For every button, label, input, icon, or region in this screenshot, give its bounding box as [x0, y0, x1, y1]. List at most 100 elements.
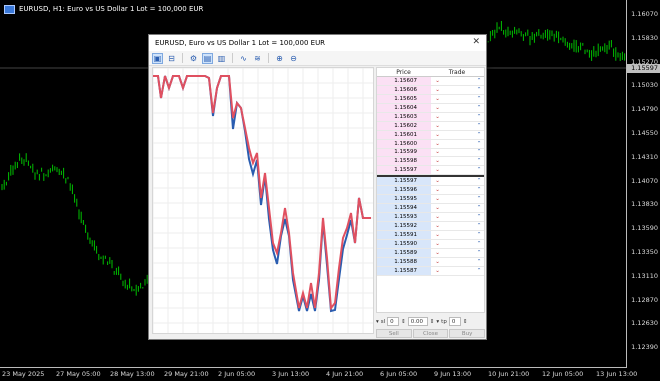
sell-arrow-icon[interactable]: ⌄ [431, 166, 444, 174]
sell-arrow-icon[interactable]: ⌄ [431, 157, 444, 165]
buy-arrow-icon[interactable]: ⌃ [474, 177, 484, 185]
tp-spin-icon[interactable]: ⇕ [463, 319, 468, 325]
tp-input[interactable]: 0 [448, 317, 461, 326]
buy-arrow-icon[interactable]: ⌃ [474, 113, 484, 121]
buy-arrow-icon[interactable]: ⌃ [474, 222, 484, 230]
dom-row[interactable]: 1.15605 ⌄ ⌃ [377, 94, 484, 104]
sell-arrow-icon[interactable]: ⌄ [431, 95, 444, 103]
trade-cell[interactable] [444, 195, 474, 203]
dom-row[interactable]: 1.15588 ⌄ ⌃ [377, 257, 484, 267]
buy-button[interactable]: Buy [449, 329, 486, 338]
dialog-titlebar[interactable]: EURUSD, Euro vs US Dollar 1 Lot = 100,00… [149, 35, 486, 51]
close-icon[interactable]: ✕ [472, 37, 480, 47]
dom-row[interactable]: 1.15597 ⌄ ⌃ [377, 177, 484, 187]
buy-arrow-icon[interactable]: ⌃ [474, 140, 484, 148]
sl-input[interactable]: 0 [387, 317, 400, 326]
sell-arrow-icon[interactable]: ⌄ [431, 186, 444, 194]
trade-cell[interactable] [444, 149, 474, 157]
dom-row[interactable]: 1.15601 ⌄ ⌃ [377, 130, 484, 140]
sell-arrow-icon[interactable]: ⌄ [431, 267, 444, 275]
lines-icon[interactable]: ≋ [252, 53, 263, 64]
sell-arrow-icon[interactable]: ⌄ [431, 122, 444, 130]
sell-arrow-icon[interactable]: ⌄ [431, 77, 444, 85]
buy-arrow-icon[interactable]: ⌃ [474, 213, 484, 221]
price-axis[interactable]: 1.16070 1.15830 1.15270 1.15030 1.14790 1.145… [626, 0, 660, 367]
trade-cell[interactable] [444, 95, 474, 103]
sell-arrow-icon[interactable]: ⌄ [431, 213, 444, 221]
trade-cell[interactable] [444, 204, 474, 212]
sell-arrow-icon[interactable]: ⌄ [431, 113, 444, 121]
buy-arrow-icon[interactable]: ⌃ [474, 157, 484, 165]
bars-icon[interactable]: ▥ [216, 53, 227, 64]
dom-row[interactable]: 1.15591 ⌄ ⌃ [377, 230, 484, 240]
buy-arrow-icon[interactable]: ⌃ [474, 166, 484, 174]
trade-cell[interactable] [444, 267, 474, 275]
dom-row[interactable]: 1.15590 ⌄ ⌃ [377, 239, 484, 249]
trade-cell[interactable] [444, 186, 474, 194]
trade-cell[interactable] [444, 77, 474, 85]
sell-arrow-icon[interactable]: ⌄ [431, 240, 444, 248]
lot-input[interactable]: 0.00 [407, 317, 428, 326]
dom-row[interactable]: 1.15594 ⌄ ⌃ [377, 204, 484, 214]
trade-cell[interactable] [444, 166, 474, 174]
trade-cell[interactable] [444, 104, 474, 112]
trade-cell[interactable] [444, 258, 474, 266]
chart-icon[interactable]: ▣ [152, 52, 163, 64]
sell-arrow-icon[interactable]: ⌄ [431, 222, 444, 230]
trade-cell[interactable] [444, 122, 474, 130]
sell-arrow-icon[interactable]: ⌄ [431, 177, 444, 185]
dom-row[interactable]: 1.15607 ⌄ ⌃ [377, 77, 484, 86]
sell-arrow-icon[interactable]: ⌄ [431, 195, 444, 203]
sell-arrow-icon[interactable]: ⌄ [431, 249, 444, 257]
sell-button[interactable]: Sell [376, 329, 412, 338]
sl-arrow-icon[interactable]: ▾ [376, 319, 379, 325]
dom-row[interactable]: 1.15595 ⌄ ⌃ [377, 195, 484, 205]
buy-arrow-icon[interactable]: ⌃ [474, 204, 484, 212]
buy-arrow-icon[interactable]: ⌃ [474, 267, 484, 275]
trade-cell[interactable] [444, 113, 474, 121]
buy-arrow-icon[interactable]: ⌃ [474, 77, 484, 85]
buy-arrow-icon[interactable]: ⌃ [474, 86, 484, 94]
buy-arrow-icon[interactable]: ⌃ [474, 231, 484, 239]
dom-row[interactable]: 1.15593 ⌄ ⌃ [377, 213, 484, 222]
dom-row[interactable]: 1.15597 ⌄ ⌃ [377, 166, 484, 176]
buy-arrow-icon[interactable]: ⌃ [474, 195, 484, 203]
dom-row[interactable]: 1.15602 ⌄ ⌃ [377, 121, 484, 131]
buy-arrow-icon[interactable]: ⌃ [474, 258, 484, 266]
time-axis[interactable]: 23 May 2025 27 May 05:00 28 May 13:00 29 Ma… [0, 367, 637, 381]
buy-arrow-icon[interactable]: ⌃ [474, 131, 484, 139]
dom-row[interactable]: 1.15596 ⌄ ⌃ [377, 186, 484, 196]
buy-arrow-icon[interactable]: ⌃ [474, 95, 484, 103]
dom-row[interactable]: 1.15606 ⌄ ⌃ [377, 85, 484, 95]
zoom-in-icon[interactable]: ⊕ [274, 53, 285, 64]
trade-cell[interactable] [444, 222, 474, 230]
buy-arrow-icon[interactable]: ⌃ [474, 186, 484, 194]
sl-spin-icon[interactable]: ⇕ [401, 319, 406, 325]
sell-arrow-icon[interactable]: ⌄ [431, 104, 444, 112]
dom-row[interactable]: 1.15603 ⌄ ⌃ [377, 112, 484, 122]
depth-icon[interactable]: ▤ [202, 52, 213, 64]
dom-row[interactable]: 1.15587 ⌄ ⌃ [377, 266, 484, 276]
ticks-icon[interactable]: ∿ [238, 53, 249, 64]
trade-cell[interactable] [444, 86, 474, 94]
depth-of-market-table[interactable]: Price Trade 1.15607 ⌄ ⌃ 1.15606 ⌄ ⌃ 1.15605 ⌄ ⌃ 1… [376, 67, 485, 313]
sell-arrow-icon[interactable]: ⌄ [431, 140, 444, 148]
sell-arrow-icon[interactable]: ⌄ [431, 86, 444, 94]
trade-cell[interactable] [444, 249, 474, 257]
trade-cell[interactable] [444, 131, 474, 139]
tp-arrow-icon[interactable]: ▾ [436, 319, 439, 325]
buy-arrow-icon[interactable]: ⌃ [474, 104, 484, 112]
buy-arrow-icon[interactable]: ⌃ [474, 122, 484, 130]
lock-icon[interactable]: ⊟ [166, 53, 177, 64]
dom-row[interactable]: 1.15598 ⌄ ⌃ [377, 157, 484, 167]
trade-cell[interactable] [444, 240, 474, 248]
dom-row[interactable]: 1.15599 ⌄ ⌃ [377, 148, 484, 158]
trade-cell[interactable] [444, 177, 474, 185]
sell-arrow-icon[interactable]: ⌄ [431, 149, 444, 157]
depth-of-market-dialog[interactable]: EURUSD, Euro vs US Dollar 1 Lot = 100,00… [148, 34, 487, 340]
trade-cell[interactable] [444, 231, 474, 239]
zoom-out-icon[interactable]: ⊖ [288, 53, 299, 64]
sell-arrow-icon[interactable]: ⌄ [431, 131, 444, 139]
close-button[interactable]: Close [412, 329, 449, 338]
trade-cell[interactable] [444, 157, 474, 165]
